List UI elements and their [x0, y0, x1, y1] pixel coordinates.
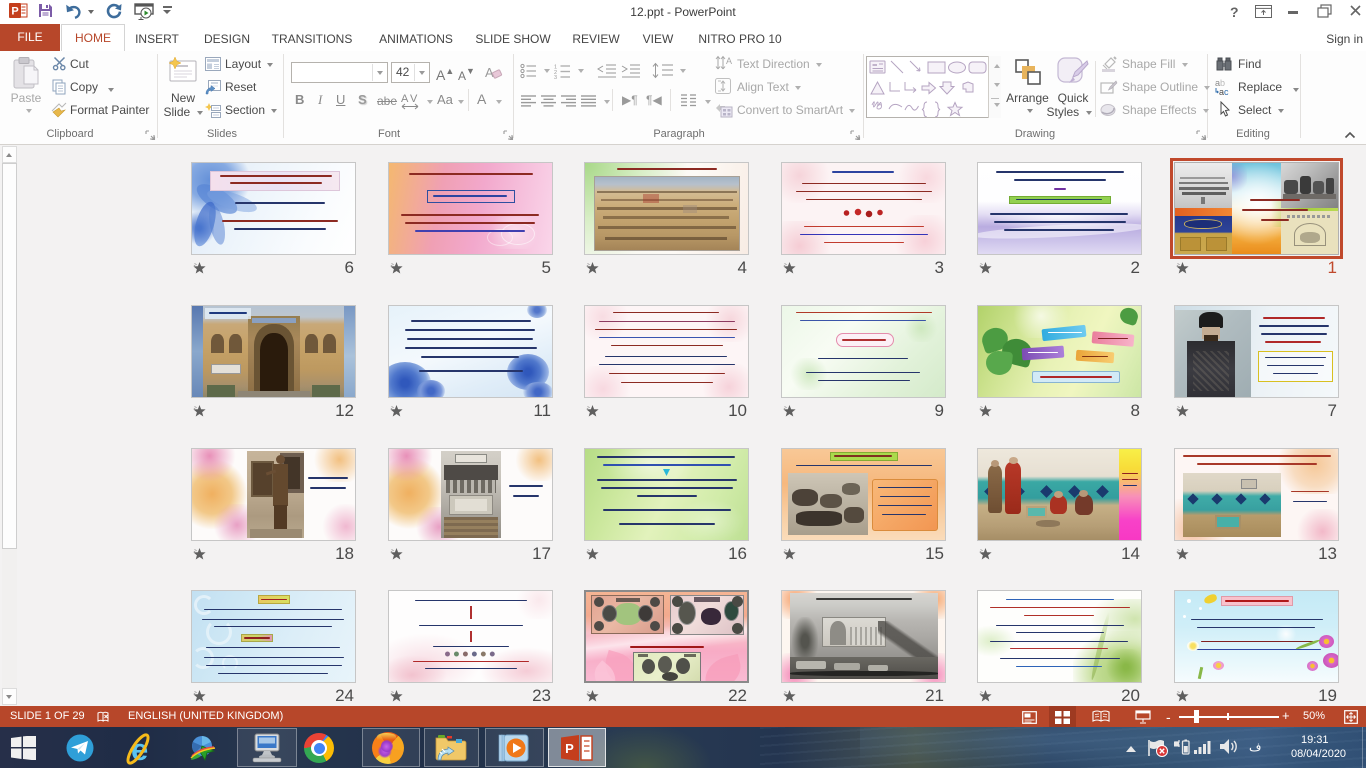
svg-text:A: A [401, 93, 409, 105]
svg-text:3: 3 [554, 75, 557, 79]
svg-text:P: P [565, 741, 574, 756]
svg-text:V: V [410, 93, 418, 105]
svg-text:c: c [1224, 87, 1229, 97]
svg-text:A: A [726, 56, 732, 66]
